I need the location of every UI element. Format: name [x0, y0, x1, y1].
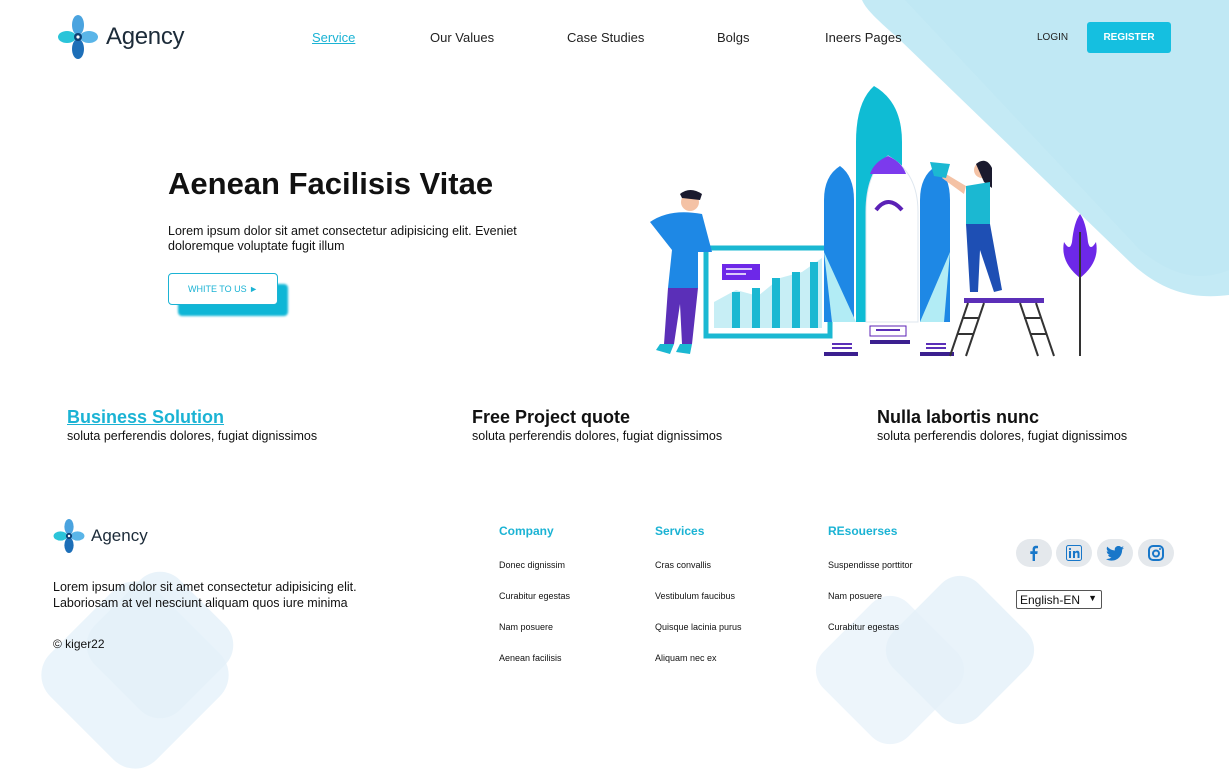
footer-logo[interactable]: Agency	[53, 519, 148, 553]
footer-link[interactable]: Quisque lacinia purus	[655, 622, 742, 632]
feature-title-business-solution[interactable]: Business Solution	[67, 407, 224, 428]
footer-link[interactable]: Donec dignissim	[499, 560, 565, 570]
feature-subtitle: soluta perferendis dolores, fugiat digni…	[67, 429, 318, 443]
footer-link[interactable]: Vestibulum faucibus	[655, 591, 735, 601]
facebook-icon[interactable]	[1016, 539, 1052, 567]
flower-logo-icon	[58, 15, 98, 59]
footer-link[interactable]: Cras convallis	[655, 560, 711, 570]
footer-link[interactable]: Nam posuere	[499, 622, 553, 632]
hero-description: Lorem ipsum dolor sit amet consectetur a…	[168, 224, 517, 253]
chevron-down-icon: ▼	[1088, 593, 1097, 603]
hero-title: Aenean Facilisis Vitae	[168, 166, 494, 201]
footer-link[interactable]: Nam posuere	[828, 591, 882, 601]
brand-logo[interactable]: Agency	[58, 15, 185, 59]
flower-logo-icon	[53, 519, 85, 553]
footer-link[interactable]: Aliquam nec ex	[655, 653, 717, 663]
register-button[interactable]: REGISTER	[1087, 22, 1171, 53]
feature-title-free-project-quote: Free Project quote	[472, 407, 631, 427]
login-link[interactable]: LOGIN	[1037, 32, 1068, 43]
footer-description: Lorem ipsum dolor sit amet consectetur a…	[53, 580, 357, 610]
footer-heading-company: Company	[499, 524, 554, 538]
footer-link[interactable]: Curabitur egestas	[828, 622, 899, 632]
feature-title-nulla-labortis: Nulla labortis nunc	[877, 407, 1040, 427]
twitter-icon[interactable]	[1097, 539, 1133, 567]
write-to-us-button[interactable]: WHITE TO US ►	[168, 273, 278, 305]
footer-logo-text: Agency	[91, 526, 148, 545]
footer-heading-resources: REsouerses	[828, 524, 898, 538]
logo-text: Agency	[106, 23, 185, 50]
footer-link[interactable]: Suspendisse porttitor	[828, 560, 913, 570]
instagram-icon[interactable]	[1138, 539, 1174, 567]
footer-link[interactable]: Curabitur egestas	[499, 591, 570, 601]
nav-case-studies[interactable]: Case Studies	[567, 30, 644, 45]
language-value: English-EN	[1020, 592, 1081, 607]
nav-ineers-pages[interactable]: Ineers Pages	[825, 30, 902, 45]
language-select[interactable]: English-EN ▼	[1016, 590, 1102, 609]
linkedin-icon[interactable]	[1056, 539, 1092, 567]
nav-service[interactable]: Service	[312, 30, 355, 45]
footer-heading-services: Services	[655, 524, 705, 538]
feature-subtitle: soluta perferendis dolores, fugiat digni…	[472, 429, 723, 443]
rocket-illustration	[650, 86, 1097, 357]
footer-link[interactable]: Aenean facilisis	[499, 653, 562, 663]
nav-bolgs[interactable]: Bolgs	[717, 30, 750, 45]
feature-subtitle: soluta perferendis dolores, fugiat digni…	[877, 429, 1128, 443]
nav-our-values[interactable]: Our Values	[430, 30, 494, 45]
copyright-text: © kiger22	[53, 637, 105, 651]
